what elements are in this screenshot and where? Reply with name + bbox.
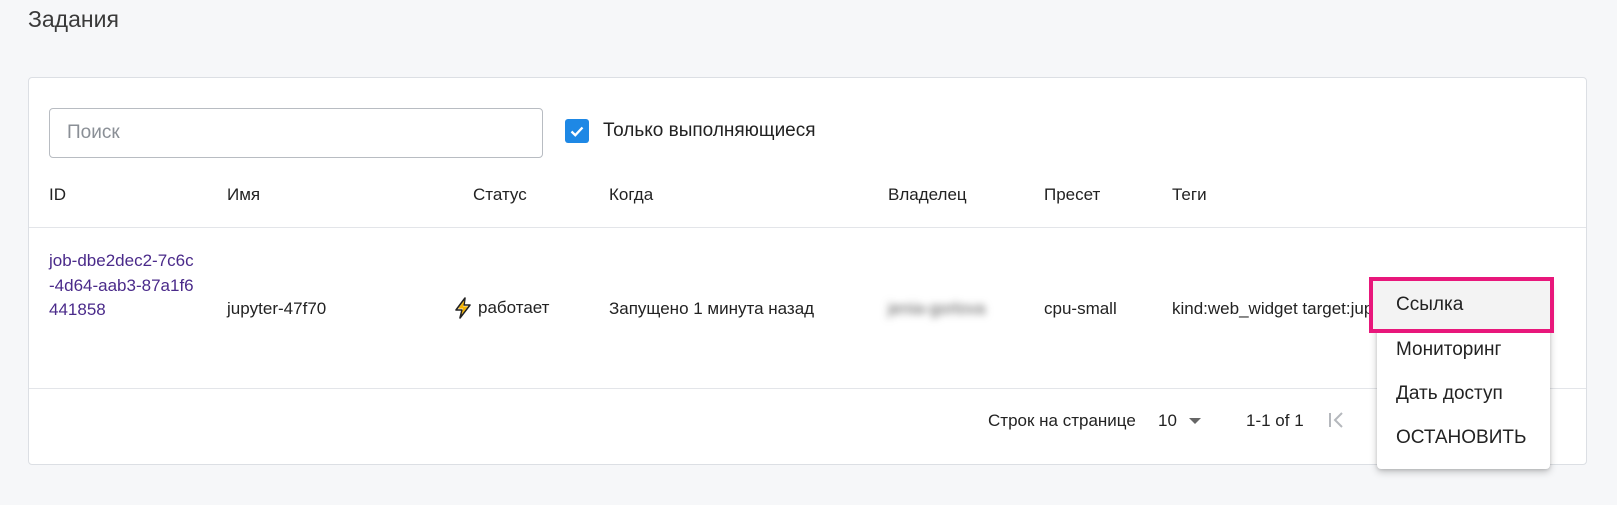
pagination-range: 1-1 of 1: [1246, 411, 1304, 430]
column-header-tags[interactable]: Теги: [1172, 185, 1207, 205]
jobs-card: Только выполняющиеся ID Имя Статус Когда…: [28, 77, 1587, 465]
first-page-icon: [1329, 412, 1343, 428]
rows-per-page-label: Строк на странице: [988, 411, 1136, 430]
caret-down-icon: [1188, 418, 1201, 424]
job-preset: cpu-small: [1044, 299, 1117, 318]
rows-per-page-value: 10: [1158, 411, 1177, 430]
search-input[interactable]: [49, 108, 543, 158]
column-header-when[interactable]: Когда: [609, 185, 653, 205]
menu-item-link[interactable]: Ссылка: [1369, 277, 1554, 333]
job-when: Запущено 1 минута назад: [609, 299, 815, 318]
status-badge: работает: [452, 296, 549, 320]
row-actions-menu: Ссылка Мониторинг Дать доступ ОСТАНОВИТЬ: [1369, 277, 1554, 469]
column-header-status[interactable]: Статус: [473, 185, 527, 205]
column-header-preset[interactable]: Пресет: [1044, 185, 1100, 205]
running-only-label: Только выполняющиеся: [603, 120, 816, 141]
menu-item-stop[interactable]: ОСТАНОВИТЬ: [1377, 416, 1550, 460]
menu-item-monitoring[interactable]: Мониторинг: [1377, 328, 1550, 372]
status-text: работает: [478, 298, 550, 317]
job-tags: kind:web_widget target:jup: [1172, 299, 1374, 318]
menu-item-share[interactable]: Дать доступ: [1377, 372, 1550, 416]
header-divider: [29, 227, 1586, 228]
row-divider: [29, 388, 1586, 389]
column-header-id[interactable]: ID: [49, 185, 66, 205]
job-id-link[interactable]: job-dbe2dec2-7c6c-4d64-aab3-87a1f6441858: [49, 249, 194, 323]
page-title: Задания: [28, 6, 119, 32]
first-page-button[interactable]: [1326, 409, 1348, 436]
column-header-name[interactable]: Имя: [227, 185, 260, 205]
rows-per-page-select[interactable]: 10: [1158, 411, 1201, 431]
lightning-icon: [455, 297, 471, 319]
job-owner: jenia-gorlova: [888, 299, 986, 318]
column-header-owner[interactable]: Владелец: [888, 185, 967, 205]
job-name: jupyter-47f70: [227, 299, 327, 318]
running-only-checkbox[interactable]: Только выполняющиеся: [565, 119, 816, 143]
checkbox-checked-icon[interactable]: [565, 119, 589, 143]
